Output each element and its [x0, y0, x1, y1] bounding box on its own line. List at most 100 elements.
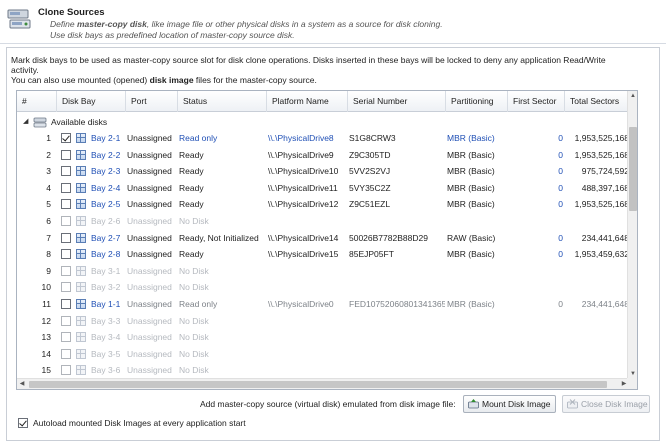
table-row[interactable]: 3 Bay 2-3 Unassigned Ready \\.\PhysicalDrive… [17, 163, 637, 179]
vertical-scrollbar[interactable]: ▲ ▼ [627, 91, 637, 379]
checkbox-box[interactable] [61, 149, 71, 160]
table-row[interactable]: 9 Bay 3-1 Unassigned No Disk [17, 263, 629, 279]
disk-group-icon [33, 117, 47, 128]
bay-checkbox[interactable] [61, 348, 73, 359]
column-header-status[interactable]: Status [178, 91, 267, 112]
column-header-first-sector[interactable]: First Sector [508, 91, 565, 112]
disk-bay-grid[interactable]: # Disk Bay Port Status Platform Name Ser… [16, 90, 638, 390]
serial-number-cell: 5VY35C2Z [349, 182, 391, 193]
checkbox-box[interactable] [61, 133, 71, 143]
first-sector-cell [509, 279, 563, 295]
checkbox-box[interactable] [61, 299, 71, 309]
port-cell: Unassigned [127, 216, 172, 226]
checkbox-box[interactable] [61, 315, 71, 326]
partitioning-cell: MBR (Basic) [447, 199, 495, 210]
serial-number-cell: 85EJP05FT [349, 249, 394, 260]
collapse-toggle-icon[interactable]: ◢ [23, 115, 28, 129]
disk-bay-cell: Bay 2-3 [91, 166, 121, 177]
bay-checkbox[interactable] [61, 299, 73, 309]
bay-checkbox[interactable] [61, 182, 73, 193]
bay-grid-icon [76, 348, 86, 359]
checkbox-box[interactable] [61, 348, 71, 359]
autoload-label: Autoload mounted Disk Images at every ap… [33, 418, 246, 428]
first-sector-cell [509, 346, 563, 362]
checkbox-box[interactable] [61, 166, 71, 177]
bay-checkbox[interactable] [61, 199, 73, 210]
checkbox-box[interactable] [61, 365, 71, 376]
table-row[interactable]: 1 Bay 2-1 Unassigned Read only \\.\PhysicalD… [17, 130, 637, 146]
bay-checkbox[interactable] [61, 282, 73, 293]
table-row[interactable]: 13 Bay 3-4 Unassigned No Disk [17, 329, 629, 345]
serial-number-cell [349, 362, 445, 378]
bay-checkbox[interactable] [61, 149, 73, 160]
column-header-port[interactable]: Port [126, 91, 178, 112]
disk-bay-cell: Bay 2-5 [91, 199, 121, 210]
table-row[interactable]: 2 Bay 2-2 Unassigned Ready \\.\PhysicalDrive… [17, 147, 637, 163]
first-sector-cell: 0 [558, 133, 563, 143]
bay-checkbox[interactable] [61, 332, 73, 343]
bay-grid-icon [76, 365, 86, 376]
status-cell: No Disk [179, 265, 209, 276]
bay-checkbox[interactable] [61, 315, 73, 326]
mount-disk-image-button[interactable]: Mount Disk Image [463, 395, 556, 413]
horizontal-scrollbar[interactable]: ◀ ▶ [17, 378, 629, 389]
status-cell: Read only [179, 133, 218, 143]
horizontal-scroll-thumb[interactable] [29, 381, 607, 388]
bay-checkbox[interactable] [61, 365, 73, 376]
scroll-left-icon[interactable]: ◀ [17, 379, 27, 389]
column-header-number[interactable]: # [17, 91, 57, 112]
disk-bay-icon [76, 149, 87, 160]
disk-bay-cell: Bay 3-1 [91, 265, 121, 276]
table-row[interactable]: 11 Bay 1-1 Unassigned Read only \\.\Physical… [17, 296, 637, 312]
bay-grid-icon [76, 149, 86, 160]
serial-number-cell: 50026B7782B88D29 [349, 232, 428, 243]
bay-checkbox[interactable] [61, 232, 73, 243]
checkbox-box[interactable] [61, 182, 71, 193]
checkbox-box[interactable] [61, 249, 71, 260]
table-row[interactable]: 15 Bay 3-6 Unassigned No Disk [17, 362, 629, 378]
status-cell: Ready [179, 182, 204, 193]
table-row[interactable]: 5 Bay 2-5 Unassigned Ready \\.\PhysicalDrive… [17, 196, 637, 212]
partitioning-cell: MBR (Basic) [447, 299, 495, 309]
checkbox-box[interactable] [61, 199, 71, 210]
column-header-platform-name[interactable]: Platform Name [267, 91, 348, 112]
port-cell: Unassigned [127, 182, 172, 193]
checkbox-box[interactable] [61, 282, 71, 293]
bay-checkbox[interactable] [61, 249, 73, 260]
total-sectors-cell: 234,441,648 [581, 299, 629, 309]
table-row[interactable]: 10 Bay 3-2 Unassigned No Disk [17, 279, 629, 295]
autoload-checkbox[interactable] [18, 418, 28, 428]
checkbox-box[interactable] [61, 216, 71, 226]
column-header-disk-bay[interactable]: Disk Bay [57, 91, 126, 112]
bay-grid-icon [76, 265, 86, 276]
bay-checkbox[interactable] [61, 265, 73, 276]
total-sectors-cell [567, 263, 629, 279]
disk-bay-cell: Bay 3-4 [91, 332, 121, 343]
bay-checkbox[interactable] [61, 133, 73, 143]
total-sectors-cell [567, 213, 629, 229]
table-row[interactable]: 7 Bay 2-7 Unassigned Ready, Not Initialized… [17, 230, 637, 246]
column-header-serial-number[interactable]: Serial Number [348, 91, 446, 112]
serial-number-cell: 5VV2S2VJ [349, 166, 391, 177]
checkbox-box[interactable] [61, 265, 71, 276]
status-cell: No Disk [179, 348, 209, 359]
bay-checkbox[interactable] [61, 216, 73, 226]
table-row[interactable]: 12 Bay 3-3 Unassigned No Disk [17, 313, 629, 329]
table-row[interactable]: 6 Bay 2-6 Unassigned No Disk [17, 213, 629, 229]
table-row[interactable]: 4 Bay 2-4 Unassigned Ready \\.\PhysicalDrive… [17, 180, 637, 196]
disk-bay-icon [76, 332, 87, 343]
disk-bay-icon [76, 133, 87, 143]
checkbox-box[interactable] [61, 232, 71, 243]
vertical-scroll-thumb[interactable] [629, 127, 637, 211]
bay-checkbox[interactable] [61, 166, 73, 177]
close-disk-image-button[interactable]: Close Disk Image [562, 395, 650, 413]
status-cell: Ready [179, 249, 204, 260]
scroll-up-icon[interactable]: ▲ [628, 91, 637, 101]
column-header-total-sectors[interactable]: Total Sectors [565, 91, 629, 112]
column-header-partitioning[interactable]: Partitioning [446, 91, 508, 112]
serial-number-cell [349, 279, 445, 295]
checkbox-box[interactable] [61, 332, 71, 343]
table-row[interactable]: 14 Bay 3-5 Unassigned No Disk [17, 346, 629, 362]
table-row[interactable]: 8 Bay 2-8 Unassigned Ready \\.\PhysicalDrive… [17, 246, 637, 262]
total-sectors-cell [567, 313, 629, 329]
